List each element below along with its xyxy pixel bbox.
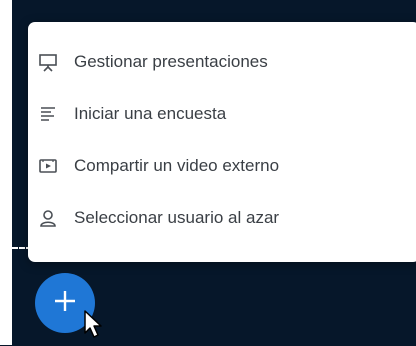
presentation-icon xyxy=(38,52,58,72)
menu-item-manage-presentations[interactable]: Gestionar presentaciones xyxy=(28,36,416,88)
menu-item-label: Iniciar una encuesta xyxy=(74,104,227,123)
video-icon xyxy=(38,156,58,176)
menu-item-label: Compartir un video externo xyxy=(74,156,280,175)
menu-item-label: Gestionar presentaciones xyxy=(74,52,268,71)
mouse-cursor-icon xyxy=(83,309,107,341)
poll-icon xyxy=(38,104,58,124)
menu-item-start-poll[interactable]: Iniciar una encuesta xyxy=(28,88,416,140)
menu-item-share-external-video[interactable]: Compartir un video externo xyxy=(28,140,416,192)
menu-item-select-random-user[interactable]: Seleccionar usuario al azar xyxy=(28,192,416,244)
menu-item-label: Seleccionar usuario al azar xyxy=(74,208,280,227)
plus-icon xyxy=(52,288,78,319)
actions-menu: Gestionar presentaciones Iniciar una enc… xyxy=(28,22,416,262)
user-icon xyxy=(38,208,58,228)
left-panel-edge xyxy=(0,0,12,345)
